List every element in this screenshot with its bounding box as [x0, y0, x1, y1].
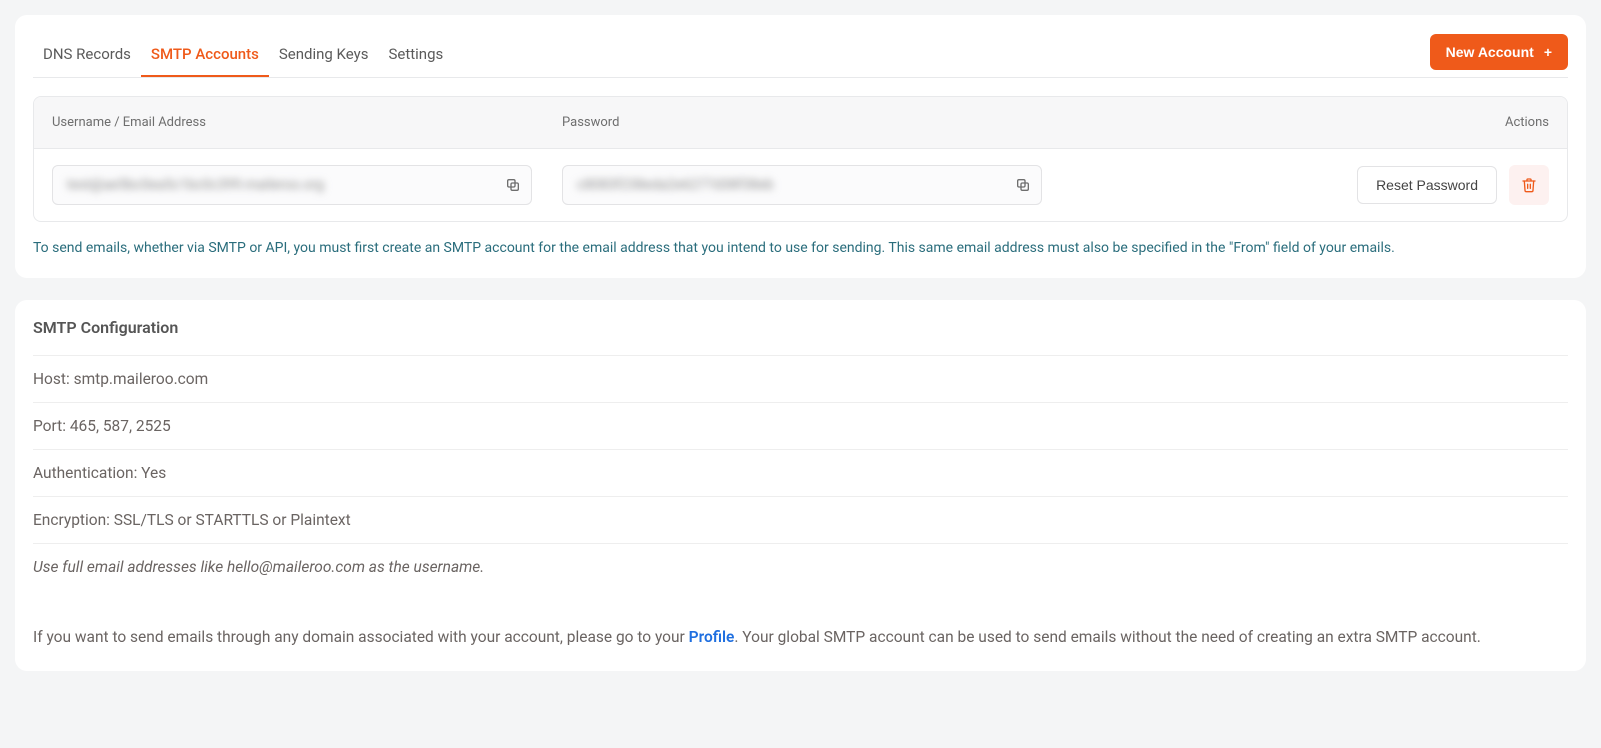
copy-icon [1015, 177, 1031, 193]
copy-password-button[interactable] [1012, 174, 1034, 196]
table-row: test@ae5bc0ea5c1bc0c399.maileroo.org c80… [34, 149, 1567, 221]
cell-actions: Reset Password [1072, 165, 1549, 205]
cell-username: test@ae5bc0ea5c1bc0c399.maileroo.org [52, 165, 562, 205]
global-smtp-note: If you want to send emails through any d… [33, 626, 1568, 649]
config-port: Port: 465, 587, 2525 [33, 403, 1568, 450]
copy-username-button[interactable] [502, 174, 524, 196]
tab-dns-records[interactable]: DNS Records [33, 33, 141, 77]
config-auth: Authentication: Yes [33, 450, 1568, 497]
note-prefix: If you want to send emails through any d… [33, 628, 689, 646]
new-account-button[interactable]: New Account + [1430, 34, 1568, 70]
cell-password: c8083f238eda2e6277d38f38eb [562, 165, 1072, 205]
column-actions: Actions [1072, 115, 1549, 130]
password-value: c8083f238eda2e6277d38f38eb [577, 177, 774, 193]
plus-icon: + [1544, 45, 1552, 59]
new-account-label: New Account [1446, 44, 1534, 60]
config-hint: Use full email addresses like hello@mail… [33, 544, 1568, 590]
note-suffix: . Your global SMTP account can be used t… [734, 628, 1481, 646]
config-encryption: Encryption: SSL/TLS or STARTTLS or Plain… [33, 497, 1568, 544]
smtp-config-card: SMTP Configuration Host: smtp.maileroo.c… [15, 300, 1586, 671]
password-field[interactable]: c8083f238eda2e6277d38f38eb [562, 165, 1042, 205]
username-field-wrap: test@ae5bc0ea5c1bc0c399.maileroo.org [52, 165, 532, 205]
column-username: Username / Email Address [52, 115, 562, 130]
smtp-accounts-card: DNS Records SMTP Accounts Sending Keys S… [15, 15, 1586, 278]
accounts-table: Username / Email Address Password Action… [33, 96, 1568, 222]
config-title: SMTP Configuration [33, 318, 1568, 356]
trash-icon [1521, 177, 1537, 193]
tabs: DNS Records SMTP Accounts Sending Keys S… [33, 33, 453, 77]
table-header: Username / Email Address Password Action… [34, 97, 1567, 149]
password-field-wrap: c8083f238eda2e6277d38f38eb [562, 165, 1042, 205]
username-field[interactable]: test@ae5bc0ea5c1bc0c399.maileroo.org [52, 165, 532, 205]
username-value: test@ae5bc0ea5c1bc0c399.maileroo.org [67, 177, 324, 193]
tab-sending-keys[interactable]: Sending Keys [269, 33, 379, 77]
profile-link[interactable]: Profile [689, 628, 735, 646]
tab-smtp-accounts[interactable]: SMTP Accounts [141, 33, 269, 77]
delete-account-button[interactable] [1509, 165, 1549, 205]
tab-settings[interactable]: Settings [378, 33, 453, 77]
info-note: To send emails, whether via SMTP or API,… [33, 240, 1568, 256]
column-password: Password [562, 115, 1072, 130]
config-host: Host: smtp.maileroo.com [33, 356, 1568, 403]
tabs-row: DNS Records SMTP Accounts Sending Keys S… [33, 33, 1568, 78]
copy-icon [505, 177, 521, 193]
reset-password-button[interactable]: Reset Password [1357, 166, 1497, 204]
